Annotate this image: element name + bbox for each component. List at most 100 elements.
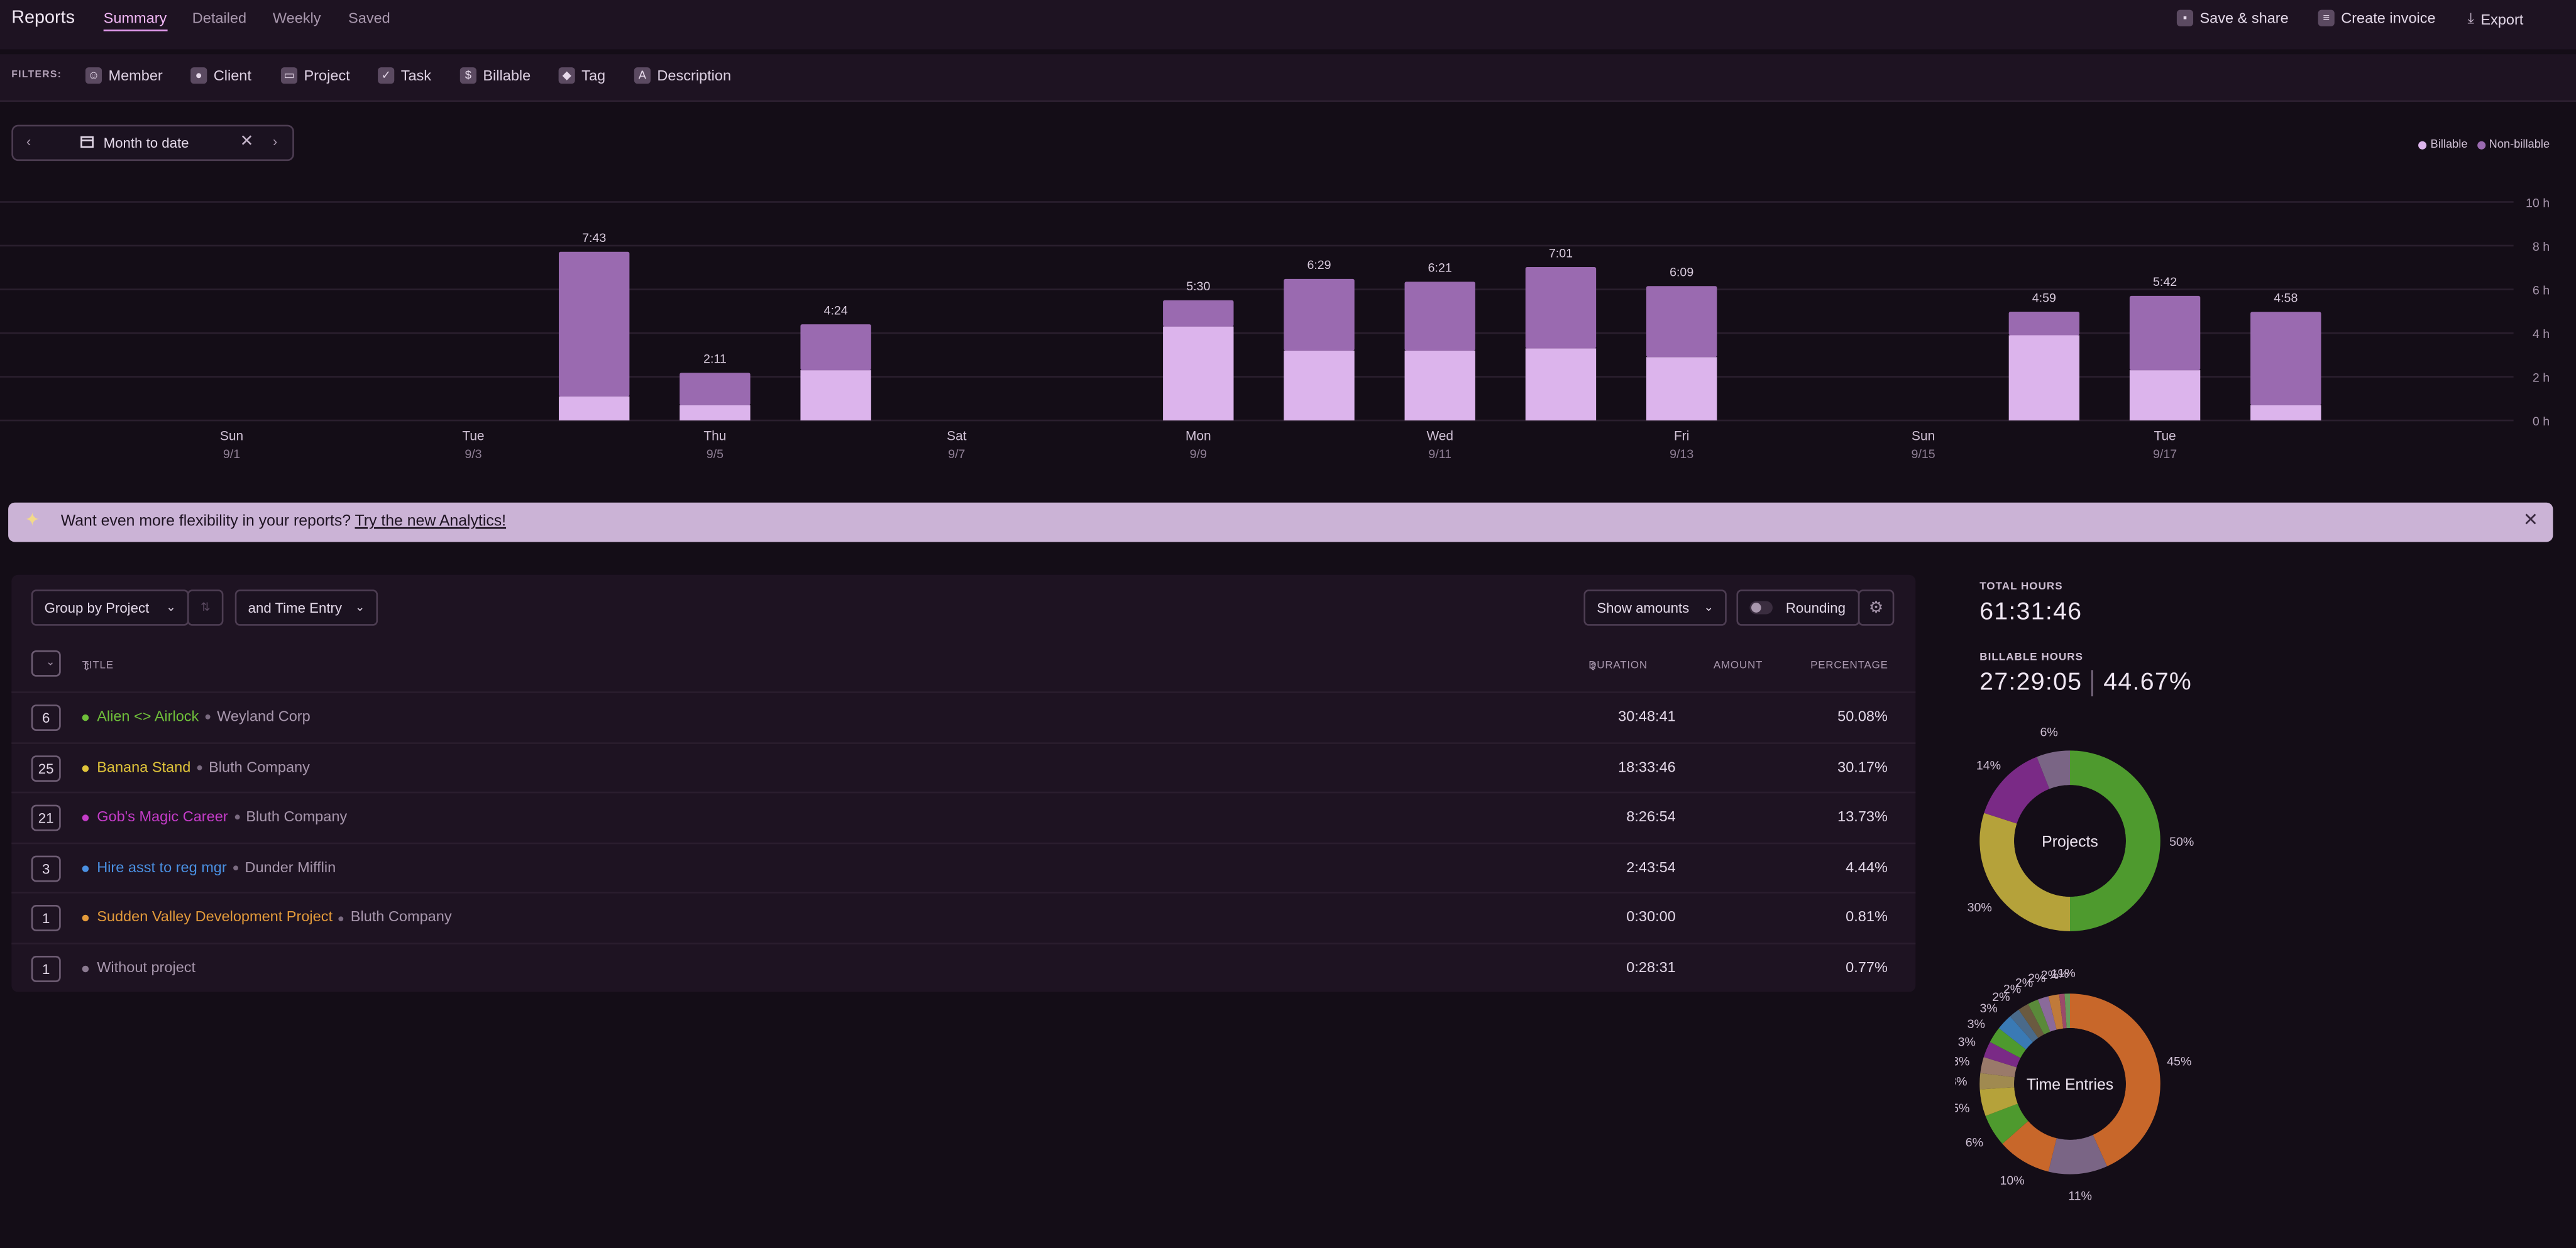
project-cell: Banana Stand Bluth Company bbox=[97, 758, 310, 774]
download-icon: ⤓ bbox=[2467, 9, 2474, 26]
donut-center-label: Time Entries bbox=[2027, 1076, 2113, 1093]
slice-label: 14% bbox=[1976, 758, 2001, 772]
bar-billable[interactable] bbox=[1646, 357, 1717, 421]
expand-all-button[interactable]: ⌄ bbox=[31, 650, 61, 677]
save-icon: ▪ bbox=[2176, 9, 2194, 26]
entry-count-badge[interactable]: 6 bbox=[31, 704, 61, 731]
bar-total-label: 6:21 bbox=[1428, 261, 1452, 275]
amount-column-header: AMOUNT bbox=[1713, 660, 1763, 672]
filter-project[interactable]: ▭ Project bbox=[280, 67, 350, 84]
project-name[interactable]: Without project bbox=[97, 959, 195, 975]
bar-non-billable[interactable] bbox=[558, 251, 630, 397]
time-entries-donut-chart: 45%11%10%6%5%3%3%3%3%3%2%2%2%2%2%1%1%Tim… bbox=[1955, 969, 2191, 1203]
duration-cell: 2:43:54 bbox=[1626, 858, 1676, 875]
slice-label: 3% bbox=[1955, 1075, 1967, 1088]
bar-billable[interactable] bbox=[2250, 405, 2321, 421]
member-icon: ☺ bbox=[85, 67, 102, 84]
tab-weekly[interactable]: Weekly bbox=[273, 10, 321, 26]
project-name[interactable]: Sudden Valley Development Project bbox=[97, 909, 333, 925]
page-title: Reports bbox=[11, 8, 75, 28]
entry-count-badge[interactable]: 3 bbox=[31, 855, 61, 882]
group-by-select[interactable]: Group by Project ⌄ bbox=[31, 589, 189, 626]
reports-app: Reports Summary Detailed Weekly Saved ▪ … bbox=[0, 0, 2576, 1248]
prev-period-button[interactable]: ‹ bbox=[26, 133, 31, 150]
bar-billable[interactable] bbox=[2008, 335, 2080, 421]
analytics-link[interactable]: Try the new Analytics! bbox=[355, 512, 507, 530]
table-row[interactable]: 21 Gob's Magic Career Bluth Company 8:26:54… bbox=[11, 792, 1916, 841]
slice-label: 30% bbox=[1968, 900, 1992, 914]
project-name[interactable]: Banana Stand bbox=[97, 758, 190, 774]
x-tick-day: Sun bbox=[1912, 429, 1935, 443]
rounding-toggle[interactable]: Rounding bbox=[1736, 589, 1860, 626]
table-row[interactable]: 6 Alien <> Airlock Weyland Corp 30:48:41 50.… bbox=[11, 691, 1916, 740]
bar-non-billable[interactable] bbox=[1646, 286, 1717, 358]
bar-non-billable[interactable] bbox=[2008, 311, 2080, 336]
bar-billable[interactable] bbox=[1284, 350, 1355, 421]
project-color-dot bbox=[82, 915, 89, 922]
x-tick-day: Sun bbox=[220, 429, 243, 443]
filter-task[interactable]: ✓ Task bbox=[378, 67, 431, 84]
billable-hours-row: 27:29:05 44.67% bbox=[1979, 669, 2192, 697]
table-row[interactable]: 1 Without project 0:28:31 0.77% bbox=[11, 943, 1916, 992]
bar-billable[interactable] bbox=[680, 405, 751, 421]
bar-non-billable[interactable] bbox=[1404, 282, 1475, 351]
table-row[interactable]: 1 Sudden Valley Development Project Bluth … bbox=[11, 892, 1916, 941]
entry-count-badge[interactable]: 21 bbox=[31, 805, 61, 831]
sub-group-select[interactable]: and Time Entry ⌄ bbox=[234, 589, 378, 626]
tab-summary[interactable]: Summary bbox=[103, 10, 167, 31]
entry-count-badge[interactable]: 25 bbox=[31, 755, 61, 781]
rounding-settings-button[interactable]: ⚙ bbox=[1858, 589, 1895, 626]
bar-billable[interactable] bbox=[1525, 348, 1597, 421]
filter-tag[interactable]: ◆ Tag bbox=[558, 67, 605, 84]
tab-detailed[interactable]: Detailed bbox=[192, 10, 246, 26]
table-row[interactable]: 3 Hire asst to reg mgr Dunder Mifflin 2:43:… bbox=[11, 842, 1916, 891]
bar-non-billable[interactable] bbox=[2129, 295, 2201, 371]
next-period-button[interactable]: › bbox=[273, 133, 277, 150]
filter-member[interactable]: ☺ Member bbox=[85, 67, 163, 84]
bar-non-billable[interactable] bbox=[1284, 278, 1355, 351]
filter-billable-label: Billable bbox=[483, 67, 531, 84]
table-row[interactable]: 25 Banana Stand Bluth Company 18:33:46 30.17… bbox=[11, 742, 1916, 791]
bar-non-billable[interactable] bbox=[1525, 267, 1597, 349]
chart-legend: Billable Non-billable bbox=[2419, 140, 2550, 151]
x-tick-date: 9/5 bbox=[707, 447, 724, 461]
slice-label: 3% bbox=[1968, 1017, 1985, 1031]
bar-non-billable[interactable] bbox=[680, 373, 751, 405]
legend-non-billable-label: Non-billable bbox=[2489, 140, 2550, 151]
project-name[interactable]: Gob's Magic Career bbox=[97, 808, 228, 824]
entry-count-badge[interactable]: 1 bbox=[31, 906, 61, 932]
date-range-picker[interactable]: ‹ Month to date ✕ › bbox=[11, 124, 294, 161]
export-button[interactable]: ⤓ Export bbox=[2467, 10, 2523, 28]
filter-billable[interactable]: $ Billable bbox=[460, 67, 531, 84]
project-color-dot bbox=[82, 865, 89, 872]
x-tick-day: Wed bbox=[1426, 429, 1453, 443]
bar-non-billable[interactable] bbox=[2250, 312, 2321, 405]
bar-non-billable[interactable] bbox=[800, 324, 871, 371]
slice-label: 3% bbox=[1958, 1036, 1976, 1049]
save-share-button[interactable]: ▪ Save & share bbox=[2176, 9, 2289, 26]
show-amounts-select[interactable]: Show amounts ⌄ bbox=[1583, 589, 1727, 626]
project-name[interactable]: Alien <> Airlock bbox=[97, 708, 199, 724]
bar-billable[interactable] bbox=[2129, 370, 2201, 421]
duration-cell: 30:48:41 bbox=[1618, 708, 1676, 725]
bar-billable[interactable] bbox=[1163, 326, 1234, 421]
project-name[interactable]: Hire asst to reg mgr bbox=[97, 858, 227, 875]
bar-billable[interactable] bbox=[1404, 350, 1475, 421]
close-icon[interactable]: ✕ bbox=[2523, 509, 2538, 530]
filter-description[interactable]: A Description bbox=[634, 67, 731, 84]
tab-saved[interactable]: Saved bbox=[348, 10, 390, 26]
bar-non-billable[interactable] bbox=[1163, 300, 1234, 327]
x-tick-date: 9/1 bbox=[223, 447, 240, 461]
daily-hours-chart: 0 h 2 h 4 h 6 h 8 h 10 h 7:43 2:11 4:24 5:30 6:29 6… bbox=[0, 196, 2550, 461]
clear-date-button[interactable]: ✕ bbox=[240, 133, 254, 151]
filter-client[interactable]: ● Client bbox=[190, 67, 251, 84]
banner-message: Want even more flexibility in your repor… bbox=[61, 512, 506, 530]
project-icon: ▭ bbox=[280, 67, 298, 84]
bar-billable[interactable] bbox=[558, 396, 630, 421]
create-invoice-button[interactable]: ≡ Create invoice bbox=[2318, 9, 2436, 26]
tag-icon: ◆ bbox=[558, 67, 575, 84]
swap-grouping-button[interactable]: ⇅ bbox=[187, 589, 224, 626]
bar-billable[interactable] bbox=[800, 370, 871, 421]
entry-count-badge[interactable]: 1 bbox=[31, 956, 61, 982]
project-cell: Gob's Magic Career Bluth Company bbox=[97, 808, 347, 824]
